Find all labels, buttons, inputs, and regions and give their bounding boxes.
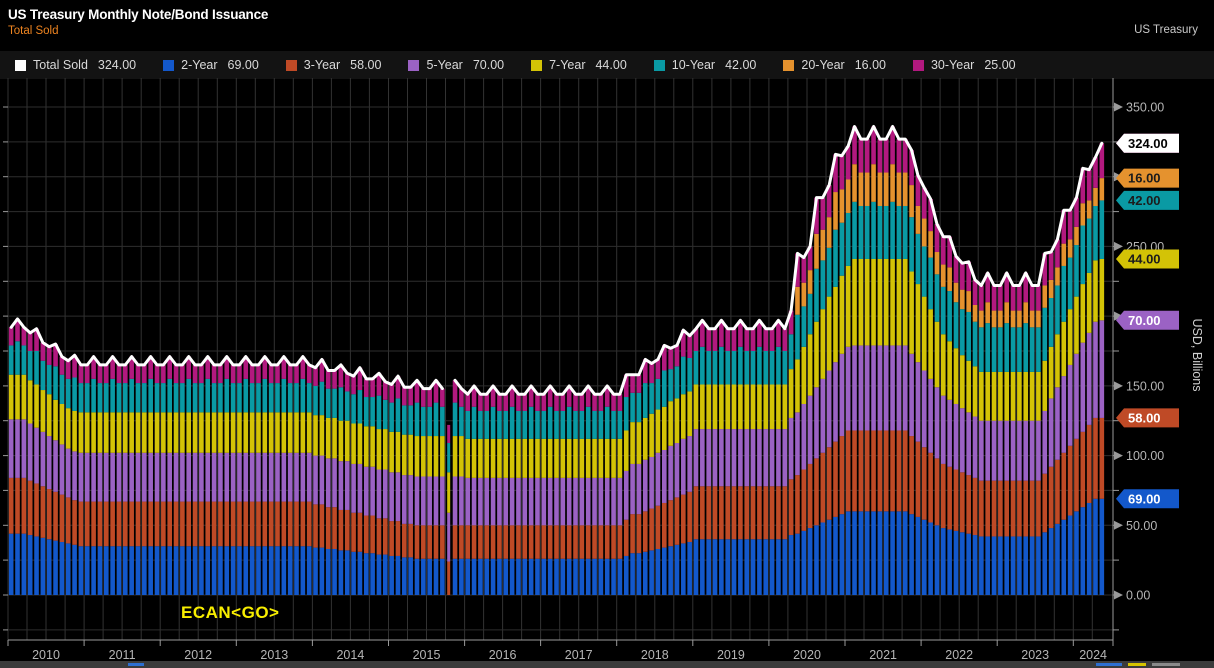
svg-text:44.00: 44.00: [1128, 252, 1161, 267]
svg-text:2021: 2021: [869, 648, 897, 662]
svg-text:2015: 2015: [413, 648, 441, 662]
svg-text:58.00: 58.00: [1128, 410, 1161, 425]
svg-text:2011: 2011: [109, 648, 136, 662]
svg-text:2010: 2010: [32, 648, 60, 662]
svg-text:2024: 2024: [1079, 648, 1107, 662]
svg-text:50.00: 50.00: [1126, 519, 1157, 533]
svg-text:0.00: 0.00: [1126, 589, 1150, 603]
svg-text:69.00: 69.00: [1128, 491, 1161, 506]
axis-badge-44.00: 44.00: [1116, 250, 1179, 269]
svg-text:2012: 2012: [184, 648, 212, 662]
statusbar-mark: [1152, 663, 1180, 666]
statusbar-mark: [1096, 663, 1122, 666]
svg-text:2016: 2016: [489, 648, 517, 662]
axis-badge-324.00: 324.00: [1116, 134, 1179, 153]
svg-text:2019: 2019: [717, 648, 745, 662]
axis-badge-58.00: 58.00: [1116, 408, 1179, 427]
svg-text:16.00: 16.00: [1128, 171, 1161, 186]
statusbar-mark: [128, 663, 144, 666]
y-axis-title: USD, Billions: [1190, 319, 1204, 392]
svg-text:2023: 2023: [1021, 648, 1049, 662]
svg-text:2020: 2020: [793, 648, 821, 662]
svg-text:2013: 2013: [260, 648, 288, 662]
axis-badge-16.00: 16.00: [1116, 169, 1179, 188]
axis-badge-70.00: 70.00: [1116, 311, 1179, 330]
svg-text:324.00: 324.00: [1128, 136, 1168, 151]
svg-text:2017: 2017: [565, 648, 593, 662]
svg-text:150.00: 150.00: [1126, 379, 1164, 393]
svg-text:2018: 2018: [641, 648, 669, 662]
bloomberg-chart-window: US Treasury Monthly Note/Bond Issuance T…: [0, 0, 1214, 668]
issuance-chart-canvas[interactable]: 0.0050.00100.00150.00200.00250.00300.003…: [0, 0, 1214, 668]
statusbar-mark: [1128, 663, 1146, 666]
svg-text:350.00: 350.00: [1126, 101, 1164, 115]
bottom-statusbar: [0, 661, 1214, 668]
svg-text:2014: 2014: [336, 648, 364, 662]
x-axis-labels: 2010 2011 2012 2013 2014 2015 2016 2017 2018 2019…: [8, 640, 1113, 662]
svg-text:2022: 2022: [945, 648, 973, 662]
command-hint: ECAN<GO>: [181, 603, 279, 623]
svg-text:70.00: 70.00: [1128, 313, 1161, 328]
svg-text:100.00: 100.00: [1126, 449, 1164, 463]
axis-badge-42.00: 42.00: [1116, 191, 1179, 210]
axis-badge-69.00: 69.00: [1116, 489, 1179, 508]
svg-text:42.00: 42.00: [1128, 193, 1161, 208]
